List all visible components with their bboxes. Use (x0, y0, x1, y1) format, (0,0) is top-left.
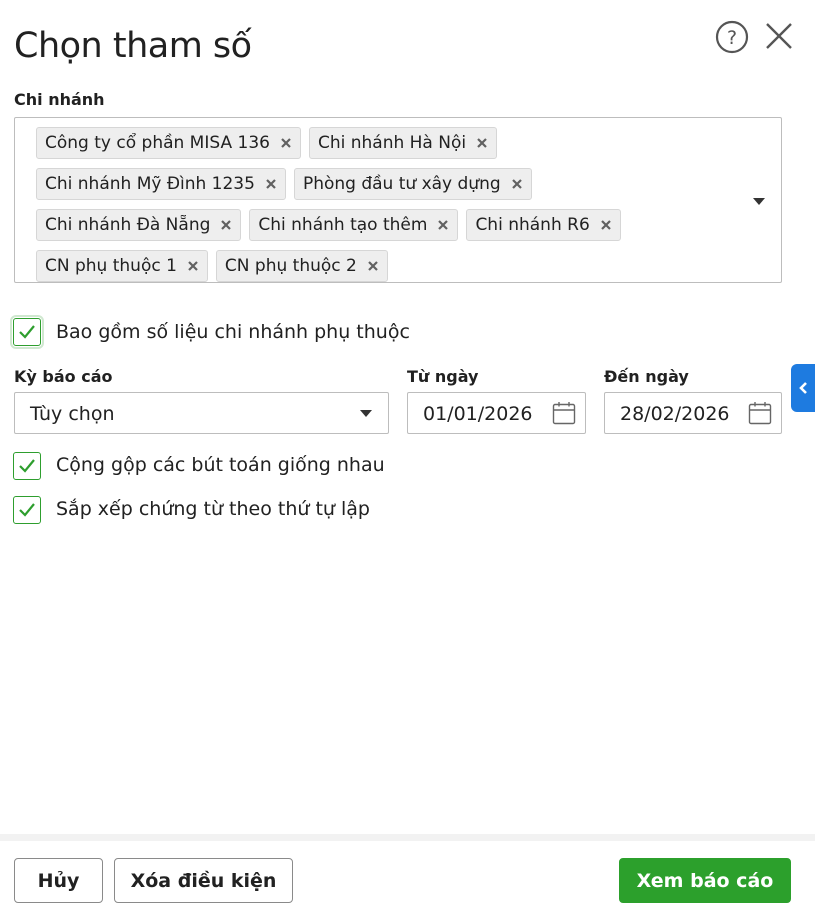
remove-tag-icon[interactable] (220, 219, 232, 231)
check-icon (19, 325, 35, 339)
sort-vouchers-label: Sắp xếp chứng từ theo thứ tự lập (56, 498, 370, 520)
remove-tag-icon[interactable] (476, 137, 488, 149)
tag-row: CN phụ thuộc 1 CN phụ thuộc 2 (36, 245, 736, 286)
close-icon[interactable] (763, 20, 795, 52)
from-date-value: 01/01/2026 (423, 403, 533, 425)
remove-tag-icon[interactable] (511, 178, 523, 190)
tag-row: Chi nhánh Đà Nẵng Chi nhánh tạo thêm Chi n… (36, 204, 736, 245)
period-label: Kỳ báo cáo (14, 367, 113, 386)
chevron-left-icon (799, 382, 807, 394)
remove-tag-icon[interactable] (437, 219, 449, 231)
view-report-button[interactable]: Xem báo cáo (619, 858, 791, 903)
tag-row: Chi nhánh Mỹ Đình 1235 Phòng đầu tư xây d… (36, 163, 736, 204)
branch-tag: Chi nhánh Mỹ Đình 1235 (36, 167, 286, 200)
remove-tag-icon[interactable] (600, 219, 612, 231)
period-value: Tùy chọn (30, 403, 115, 425)
branch-tag-label: CN phụ thuộc 2 (224, 255, 357, 276)
branch-tag-label: CN phụ thuộc 1 (45, 255, 177, 276)
sort-vouchers-checkbox[interactable] (13, 496, 41, 524)
period-select[interactable]: Tùy chọn (14, 392, 389, 434)
side-panel-toggle[interactable] (791, 364, 815, 412)
remove-tag-icon[interactable] (265, 178, 277, 190)
branch-tag: Công ty cổ phần MISA 136 (36, 126, 301, 159)
to-date-label: Đến ngày (604, 367, 689, 386)
branch-multiselect[interactable]: Công ty cổ phần MISA 136 Chi nhánh Hà Nội… (14, 117, 782, 283)
include-dependent-checkbox[interactable] (10, 315, 44, 349)
footer-divider (0, 834, 815, 841)
merge-entries-label: Cộng gộp các bút toán giống nhau (56, 454, 385, 476)
to-date-value: 28/02/2026 (620, 403, 730, 425)
merge-entries-checkbox[interactable] (13, 452, 41, 480)
branch-tag-label: Công ty cổ phần MISA 136 (45, 132, 270, 153)
chevron-down-icon (360, 410, 372, 417)
check-icon (19, 459, 35, 473)
branch-tag: Chi nhánh R6 (466, 208, 621, 241)
tag-row: Công ty cổ phần MISA 136 Chi nhánh Hà Nội (36, 122, 736, 163)
branch-tags: Công ty cổ phần MISA 136 Chi nhánh Hà Nội… (36, 122, 736, 286)
branch-tag: CN phụ thuộc 1 (36, 249, 208, 282)
from-date-input[interactable]: 01/01/2026 (407, 392, 586, 434)
branch-tag-label: Chi nhánh Mỹ Đình 1235 (45, 173, 255, 194)
include-dependent-label: Bao gồm số liệu chi nhánh phụ thuộc (56, 321, 410, 343)
help-icon[interactable]: ? (715, 20, 749, 54)
calendar-icon[interactable] (748, 401, 772, 425)
from-date-label: Từ ngày (407, 367, 479, 386)
branch-tag-label: Chi nhánh tạo thêm (258, 214, 428, 235)
chevron-down-icon[interactable] (753, 198, 765, 205)
branch-tag: CN phụ thuộc 2 (215, 249, 388, 282)
branch-tag: Phòng đầu tư xây dựng (293, 167, 532, 200)
branch-tag-label: Chi nhánh Hà Nội (317, 132, 467, 153)
svg-text:?: ? (727, 27, 737, 49)
remove-tag-icon[interactable] (187, 260, 199, 272)
check-icon (19, 503, 35, 517)
branch-tag-label: Chi nhánh Đà Nẵng (45, 214, 211, 235)
to-date-input[interactable]: 28/02/2026 (604, 392, 782, 434)
dialog-title: Chọn tham số (14, 26, 252, 66)
remove-tag-icon[interactable] (280, 137, 292, 149)
branch-tag: Chi nhánh Hà Nội (308, 126, 498, 159)
branch-tag: Chi nhánh Đà Nẵng (36, 208, 242, 241)
branch-tag-label: Phòng đầu tư xây dựng (302, 173, 501, 194)
remove-tag-icon[interactable] (367, 260, 379, 272)
branch-tag: Chi nhánh tạo thêm (249, 208, 459, 241)
clear-conditions-button[interactable]: Xóa điều kiện (114, 858, 293, 903)
branch-tag-label: Chi nhánh R6 (475, 214, 590, 235)
calendar-icon[interactable] (552, 401, 576, 425)
cancel-button[interactable]: Hủy (14, 858, 103, 903)
branch-label: Chi nhánh (14, 90, 105, 109)
